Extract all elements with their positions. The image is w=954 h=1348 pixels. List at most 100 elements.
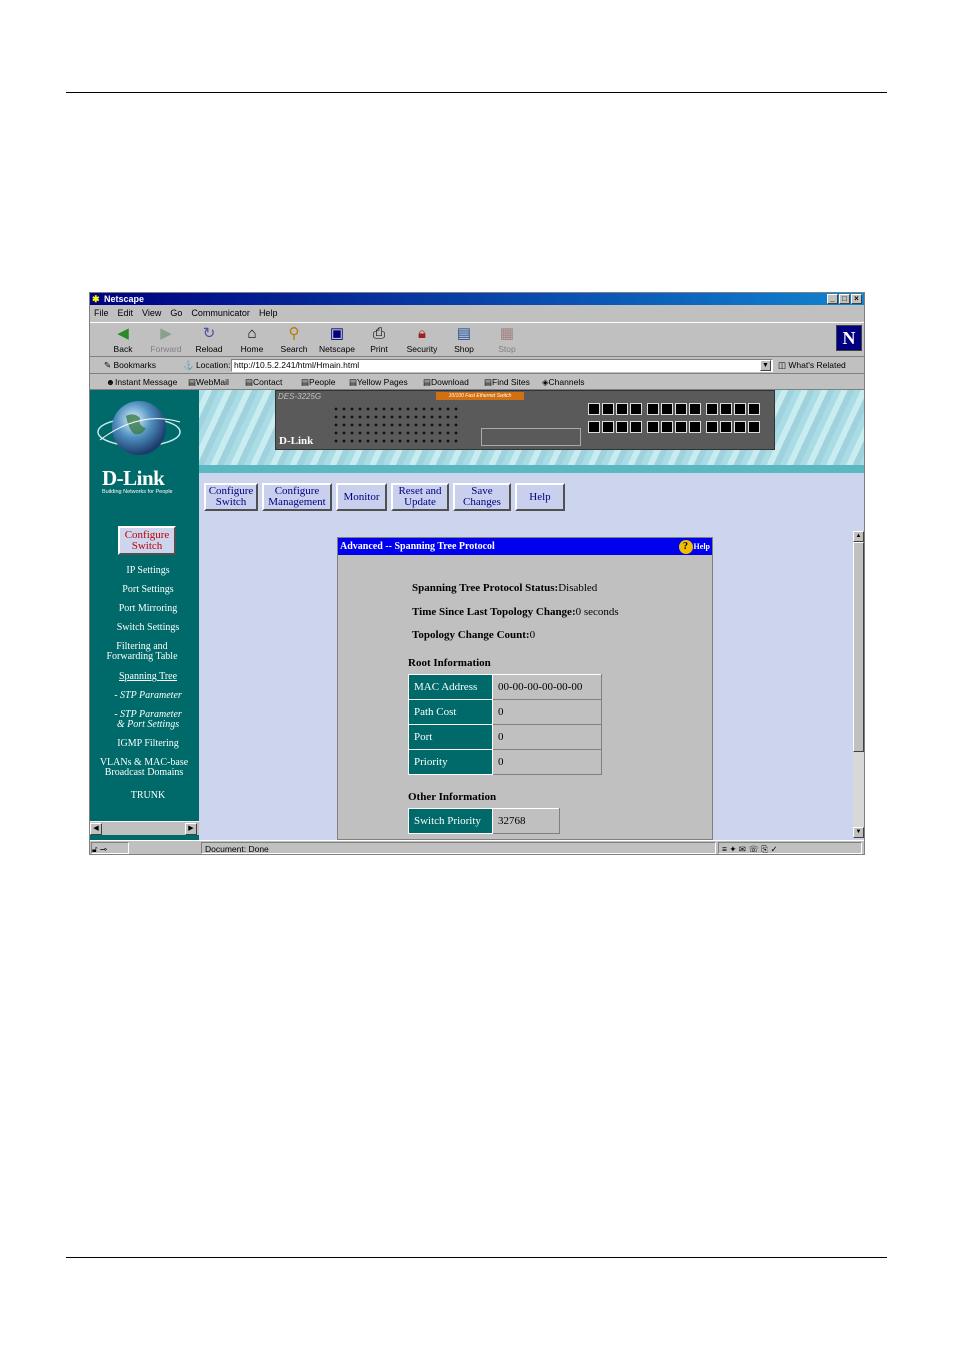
sidebar-item-switch-settings[interactable]: Switch Settings xyxy=(90,623,206,633)
scroll-thumb[interactable] xyxy=(853,542,864,752)
search-button[interactable]: ⚲ Search xyxy=(275,325,313,354)
home-button[interactable]: ⌂ Home xyxy=(233,325,271,354)
reset-and-update-button[interactable]: Reset and Update xyxy=(391,483,449,511)
personal-toolbar: ☻ Instant Message ▤ WebMail ▤ Contact ▤ … xyxy=(90,375,864,390)
table-row: Priority 0 xyxy=(408,749,602,775)
scroll-left-icon[interactable]: ◀ xyxy=(90,823,102,835)
menu-go[interactable]: Go xyxy=(170,306,182,321)
other-information-table: Switch Priority 32768 xyxy=(408,808,560,834)
menu-file[interactable]: File xyxy=(94,306,109,321)
shop-icon: ▤ xyxy=(456,325,472,342)
sidebar-item-port-settings[interactable]: Port Settings xyxy=(90,585,206,595)
sidebar-item-stp-port-settings[interactable]: - STP Parameter & Port Settings xyxy=(90,710,206,730)
find-sites-link[interactable]: ▤ Find Sites xyxy=(484,375,530,390)
reload-button[interactable]: ↻ Reload xyxy=(190,325,228,354)
scroll-down-icon[interactable]: ▼ xyxy=(853,827,864,838)
switch-front-panel: DES-3225G 10/100 Fast Ethernet Switch D-… xyxy=(275,390,775,450)
table-row: Port 0 xyxy=(408,724,602,750)
netscape-logo: N xyxy=(836,325,862,351)
lock-icon: 🔒︎ xyxy=(418,325,426,342)
page-content: D-Link Building Networks for People Conf… xyxy=(90,390,864,840)
yellow-pages-link[interactable]: ▤ Yellow Pages xyxy=(349,375,408,390)
port-leds xyxy=(332,405,462,445)
location-toolbar: ✎ Bookmarks ⚓ Location: http://10.5.2.24… xyxy=(90,357,864,374)
menu-communicator[interactable]: Communicator xyxy=(191,306,250,321)
whats-related-button[interactable]: ◫ What's Related xyxy=(778,357,846,374)
table-row: Path Cost 0 xyxy=(408,699,602,725)
table-row: Switch Priority 32768 xyxy=(408,808,560,834)
status-bar: 🔓︎ ⊸ Document: Done ≡ ✦ ✉ ☏ ⎘ ✓ xyxy=(90,840,864,854)
forward-button[interactable]: ▶ Forward xyxy=(147,325,185,354)
stp-status: Spanning Tree Protocol Status:Disabled xyxy=(412,582,598,594)
device-model: DES-3225G xyxy=(278,392,322,401)
sidebar-item-ip-settings[interactable]: IP Settings xyxy=(90,566,206,576)
scroll-up-icon[interactable]: ▲ xyxy=(853,531,864,542)
url-field[interactable]: http://10.5.2.241/html/Hmain.html xyxy=(231,359,773,372)
panel-help-link[interactable]: ? Help xyxy=(678,539,710,555)
stop-icon: ▦ xyxy=(499,325,515,342)
forward-arrow-icon: ▶ xyxy=(160,325,172,342)
location-label: ⚓ Location: xyxy=(183,360,231,370)
banner-strip xyxy=(199,465,864,473)
sidebar-item-filtering[interactable]: Filtering and Forwarding Table xyxy=(90,642,200,662)
browser-window: ✱ Netscape _ □ × File Edit View Go Commu… xyxy=(89,292,865,855)
status-text: Document: Done xyxy=(201,842,716,854)
configure-switch-active[interactable]: Configure Switch xyxy=(118,526,176,555)
navigation-toolbar: ◀ Back ▶ Forward ↻ Reload ⌂ Home ⚲ Search ▣ Ne… xyxy=(90,322,864,357)
instant-message-link[interactable]: ☻ Instant Message xyxy=(106,375,177,390)
download-link[interactable]: ▤ Download xyxy=(423,375,469,390)
security-button[interactable]: 🔒︎ Security xyxy=(403,325,441,354)
sidebar-item-stp-parameter[interactable]: - STP Parameter xyxy=(90,691,206,701)
stp-panel: Advanced -- Spanning Tree Protocol ? Help… xyxy=(337,537,713,840)
netscape-app-icon: ✱ xyxy=(92,294,100,304)
sidebar-item-spanning-tree[interactable]: Spanning Tree xyxy=(90,672,206,682)
monitor-button[interactable]: Monitor xyxy=(336,483,387,511)
menu-bar: File Edit View Go Communicator Help xyxy=(90,306,277,321)
configure-management-button[interactable]: Configure Management xyxy=(262,483,332,511)
component-bar-icons[interactable]: ≡ ✦ ✉ ☏ ⎘ ✓ xyxy=(718,842,862,854)
menu-edit[interactable]: Edit xyxy=(118,306,134,321)
netscape-button[interactable]: ▣ Netscape xyxy=(318,325,356,354)
url-dropdown-icon[interactable]: ▼ xyxy=(760,360,771,371)
scroll-right-icon[interactable]: ▶ xyxy=(185,823,197,835)
back-arrow-icon: ◀ xyxy=(117,325,129,342)
people-link[interactable]: ▤ People xyxy=(301,375,336,390)
sidebar-item-trunk[interactable]: TRUNK xyxy=(90,791,206,801)
main-vertical-scrollbar[interactable]: ▲ ▼ xyxy=(853,531,864,838)
close-button[interactable]: × xyxy=(851,294,862,304)
device-label: 10/100 Fast Ethernet Switch xyxy=(436,392,524,400)
left-horizontal-scrollbar[interactable]: ◀ ▶ xyxy=(90,821,199,835)
panel-title: Advanced -- Spanning Tree Protocol ? Help xyxy=(338,538,712,555)
left-frame: D-Link Building Networks for People Conf… xyxy=(90,390,199,840)
menu-view[interactable]: View xyxy=(142,306,161,321)
help-button[interactable]: Help xyxy=(515,483,565,511)
save-changes-button[interactable]: Save Changes xyxy=(453,483,511,511)
maximize-button[interactable]: □ xyxy=(839,294,850,304)
bookmarks-button[interactable]: ✎ Bookmarks xyxy=(104,357,156,374)
home-icon: ⌂ xyxy=(247,325,257,342)
topology-change-count: Topology Change Count:0 xyxy=(412,629,536,641)
sidebar-item-port-mirroring[interactable]: Port Mirroring xyxy=(90,604,206,614)
other-information-title: Other Information xyxy=(408,791,497,803)
console-port xyxy=(481,428,581,446)
window-title: Netscape xyxy=(104,294,145,304)
print-button[interactable]: ⎙ Print xyxy=(360,325,398,354)
channels-link[interactable]: ◈ Channels xyxy=(542,375,584,390)
root-information-table: MAC Address 00-00-00-00-00-00 Path Cost 0 … xyxy=(408,674,602,775)
search-icon: ⚲ xyxy=(288,325,300,342)
netscape-icon: ▣ xyxy=(329,325,345,342)
title-bar: ✱ Netscape _ □ × xyxy=(90,293,864,305)
minimize-button[interactable]: _ xyxy=(827,294,838,304)
webmail-link[interactable]: ▤ WebMail xyxy=(188,375,229,390)
back-button[interactable]: ◀ Back xyxy=(104,325,142,354)
configure-switch-button[interactable]: Configure Switch xyxy=(204,483,258,511)
contact-link[interactable]: ▤ Contact xyxy=(245,375,282,390)
bottom-rule xyxy=(66,1257,887,1258)
device-brand: D-Link xyxy=(279,435,314,447)
stop-button[interactable]: ▦ Stop xyxy=(488,325,526,354)
sidebar-item-igmp-filtering[interactable]: IGMP Filtering xyxy=(90,739,206,749)
shop-button[interactable]: ▤ Shop xyxy=(445,325,483,354)
sidebar-item-vlans[interactable]: VLANs & MAC-base Broadcast Domains xyxy=(90,758,202,778)
menu-help[interactable]: Help xyxy=(259,306,278,321)
root-information-title: Root Information xyxy=(408,657,491,669)
